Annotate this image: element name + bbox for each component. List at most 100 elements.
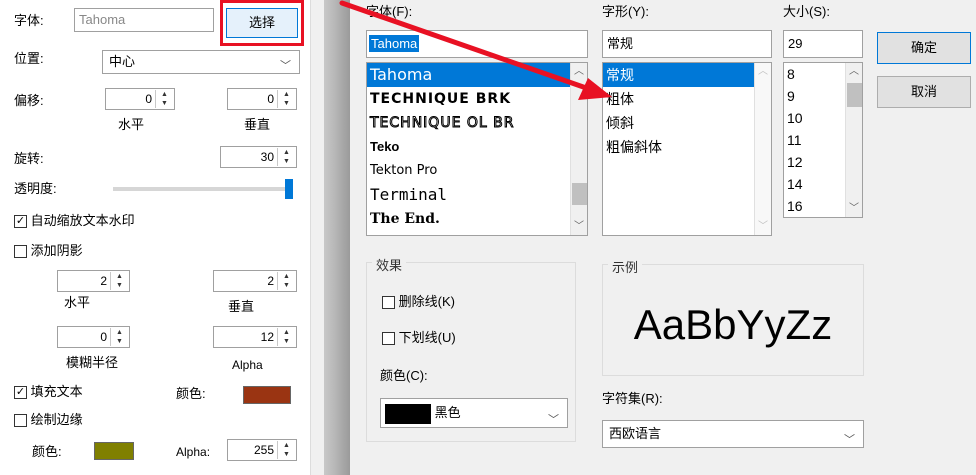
spin-up-icon[interactable]: ▲ bbox=[111, 328, 128, 337]
font-list-item[interactable]: Terminal bbox=[367, 183, 587, 207]
add-shadow-checkbox[interactable] bbox=[14, 245, 27, 259]
edge-alpha-label: Alpha: bbox=[176, 445, 211, 459]
spin-down-icon[interactable]: ▼ bbox=[111, 337, 128, 346]
add-shadow-label: 添加阴影 bbox=[30, 243, 83, 258]
offset-h-stepper[interactable]: 0 ▲ ▼ bbox=[105, 88, 175, 110]
font-list-item[interactable]: Teko bbox=[367, 135, 587, 159]
charset-label: 字符集(R): bbox=[602, 391, 663, 406]
underline-label: 下划线(U) bbox=[398, 330, 456, 345]
spin-buttons[interactable]: ▲ ▼ bbox=[277, 272, 295, 290]
style-list-item[interactable]: 粗偏斜体 bbox=[603, 135, 771, 159]
style-list-item[interactable]: 粗体 bbox=[603, 87, 771, 111]
spin-down-icon[interactable]: ▼ bbox=[278, 450, 295, 459]
edge-color-swatch[interactable] bbox=[94, 442, 134, 460]
font-style-list[interactable]: 常规 粗体 倾斜 粗偏斜体 ︿ ﹀ bbox=[602, 62, 772, 236]
scroll-down-icon[interactable]: ﹀ bbox=[755, 218, 771, 235]
style-list-item[interactable]: 常规 bbox=[603, 63, 754, 87]
position-select[interactable]: 中心 ﹀ bbox=[102, 50, 300, 74]
sample-title: 示例 bbox=[608, 257, 643, 276]
offset-v-value: 0 bbox=[267, 92, 274, 106]
auto-scale-option[interactable]: ✓ 自动缩放文本水印 bbox=[14, 212, 135, 230]
font-list-item[interactable]: TECHNIQUE OL BR bbox=[367, 111, 587, 135]
font-style-input[interactable]: 常规 bbox=[602, 30, 772, 58]
draw-edge-label: 绘制边缘 bbox=[30, 412, 83, 427]
font-field[interactable]: Tahoma bbox=[74, 8, 214, 32]
spin-down-icon[interactable]: ▼ bbox=[156, 99, 173, 108]
spin-down-icon[interactable]: ▼ bbox=[278, 281, 295, 290]
spin-buttons[interactable]: ▲ ▼ bbox=[110, 272, 128, 290]
spin-up-icon[interactable]: ▲ bbox=[278, 272, 295, 281]
style-list-item[interactable]: 倾斜 bbox=[603, 111, 771, 135]
edge-alpha-stepper[interactable]: 255 ▲ ▼ bbox=[227, 439, 297, 461]
spin-up-icon[interactable]: ▲ bbox=[278, 328, 295, 337]
effects-title: 效果 bbox=[372, 255, 407, 274]
strikeout-checkbox[interactable] bbox=[382, 296, 395, 310]
opacity-slider-track[interactable] bbox=[113, 187, 293, 191]
underline-option[interactable]: 下划线(U) bbox=[382, 329, 456, 347]
scroll-down-icon[interactable]: ﹀ bbox=[571, 218, 587, 235]
shadow-vertical-label: 垂直 bbox=[228, 299, 255, 314]
fill-text-option[interactable]: ✓ 填充文本 bbox=[14, 383, 83, 401]
size-list-scrollbar[interactable]: ︿ ﹀ bbox=[845, 63, 862, 217]
spin-buttons[interactable]: ▲ ▼ bbox=[155, 90, 173, 108]
spin-down-icon[interactable]: ▼ bbox=[278, 337, 295, 346]
spin-buttons[interactable]: ▲ ▼ bbox=[277, 90, 295, 108]
scrollbar-thumb[interactable] bbox=[572, 183, 587, 205]
fill-text-checkbox[interactable]: ✓ bbox=[14, 386, 27, 400]
spin-down-icon[interactable]: ▼ bbox=[278, 157, 295, 166]
spin-down-icon[interactable]: ▼ bbox=[111, 281, 128, 290]
spin-buttons[interactable]: ▲ ▼ bbox=[277, 148, 295, 166]
style-list-scrollbar[interactable]: ︿ ﹀ bbox=[754, 63, 771, 235]
spin-buttons[interactable]: ▲ ▼ bbox=[110, 328, 128, 346]
shadow-h-value: 2 bbox=[100, 274, 107, 288]
size-label: 大小(S): bbox=[783, 4, 830, 19]
auto-scale-label: 自动缩放文本水印 bbox=[30, 213, 135, 228]
rotate-stepper[interactable]: 30 ▲ ▼ bbox=[220, 146, 297, 168]
ok-button[interactable]: 确定 bbox=[877, 32, 971, 64]
spin-buttons[interactable]: ▲ ▼ bbox=[277, 328, 295, 346]
alpha-value: 12 bbox=[260, 330, 274, 344]
font-label: 字体: bbox=[14, 13, 44, 28]
strikeout-option[interactable]: 删除线(K) bbox=[382, 293, 455, 311]
blur-radius-stepper[interactable]: 0 ▲ ▼ bbox=[57, 326, 130, 348]
sample-text: AaBbYyZz bbox=[633, 301, 833, 348]
fill-text-label: 填充文本 bbox=[30, 384, 83, 399]
spin-up-icon[interactable]: ▲ bbox=[278, 441, 295, 450]
scroll-down-icon[interactable]: ﹀ bbox=[846, 200, 862, 217]
offset-v-stepper[interactable]: 0 ▲ ▼ bbox=[227, 88, 297, 110]
draw-edge-option[interactable]: 绘制边缘 bbox=[14, 411, 83, 429]
underline-checkbox[interactable] bbox=[382, 332, 395, 346]
draw-edge-checkbox[interactable] bbox=[14, 414, 27, 428]
cancel-button[interactable]: 取消 bbox=[877, 76, 971, 108]
spin-up-icon[interactable]: ▲ bbox=[278, 148, 295, 157]
annotation-highlight-box bbox=[220, 0, 304, 46]
chevron-down-icon: ﹀ bbox=[548, 414, 559, 426]
offset-label: 偏移: bbox=[14, 93, 44, 108]
auto-scale-checkbox[interactable]: ✓ bbox=[14, 215, 27, 229]
shadow-horizontal-label: 水平 bbox=[64, 295, 91, 310]
scrollbar-thumb[interactable] bbox=[847, 83, 862, 107]
charset-select[interactable]: 西欧语言 ﹀ bbox=[602, 420, 864, 448]
shadow-v-stepper[interactable]: 2 ▲ ▼ bbox=[213, 270, 297, 292]
spin-buttons[interactable]: ▲ ▼ bbox=[277, 441, 295, 459]
alpha-stepper[interactable]: 12 ▲ ▼ bbox=[213, 326, 297, 348]
spin-down-icon[interactable]: ▼ bbox=[278, 99, 295, 108]
font-list-item[interactable]: Tekton Pro bbox=[367, 159, 587, 183]
font-list-item[interactable]: The End. bbox=[367, 207, 587, 231]
fill-color-swatch[interactable] bbox=[243, 386, 291, 404]
chevron-down-icon: ﹀ bbox=[280, 60, 291, 72]
color-select[interactable]: 黑色 ﹀ bbox=[380, 398, 568, 428]
annotation-arrow-icon bbox=[339, 0, 612, 100]
spin-up-icon[interactable]: ▲ bbox=[111, 272, 128, 281]
rotate-label: 旋转: bbox=[14, 151, 44, 166]
scroll-up-icon[interactable]: ︿ bbox=[846, 63, 862, 80]
font-size-input[interactable]: 29 bbox=[783, 30, 863, 58]
opacity-slider-thumb[interactable] bbox=[285, 179, 294, 199]
scroll-up-icon[interactable]: ︿ bbox=[755, 63, 771, 80]
spin-up-icon[interactable]: ▲ bbox=[278, 90, 295, 99]
add-shadow-option[interactable]: 添加阴影 bbox=[14, 242, 83, 260]
spin-up-icon[interactable]: ▲ bbox=[156, 90, 173, 99]
shadow-h-stepper[interactable]: 2 ▲ ▼ bbox=[57, 270, 130, 292]
position-label: 位置: bbox=[14, 51, 44, 66]
font-size-list[interactable]: 8 9 10 11 12 14 16 ︿ ﹀ bbox=[783, 62, 863, 218]
